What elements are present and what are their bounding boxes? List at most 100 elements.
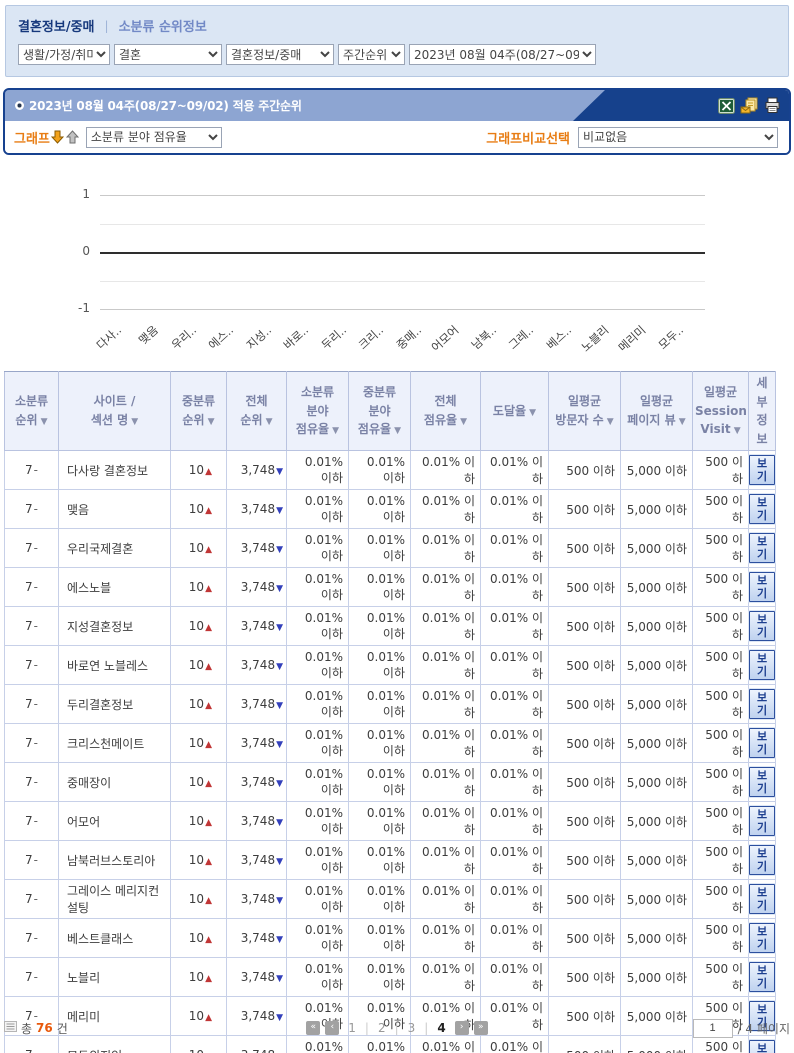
column-header-2[interactable]: 중분류 순위 ▼: [170, 370, 227, 452]
cell-site-name[interactable]: 우리국제결혼: [58, 528, 171, 569]
subcategory-rank-link[interactable]: 소분류 순위정보: [119, 16, 207, 35]
cell-sub-share: 0.01% 이하: [286, 801, 349, 842]
page-number-3[interactable]: 3: [404, 1021, 420, 1035]
email-export-icon[interactable]: [740, 97, 759, 114]
cell-total-share: 0.01% 이하: [410, 762, 481, 803]
cell-site-name[interactable]: 지성결혼정보: [58, 606, 171, 647]
view-detail-button[interactable]: 보기: [749, 533, 775, 564]
cell-site-name[interactable]: 그레이스 메리지컨설팅: [58, 879, 171, 920]
period-type-select[interactable]: 주간순위: [338, 44, 405, 65]
cell-mid-rank: 10▲: [170, 450, 227, 491]
view-detail-button[interactable]: 보기: [749, 767, 775, 798]
column-header-11: 세부 정보: [748, 370, 776, 452]
sort-icon[interactable]: ▼: [676, 417, 686, 427]
column-header-8[interactable]: 일평균 방문자 수 ▼: [548, 370, 621, 452]
cell-total-rank: 3,748▼: [226, 801, 287, 842]
page-number-1[interactable]: 1: [344, 1021, 360, 1035]
view-detail-button[interactable]: 보기: [749, 611, 775, 642]
print-icon[interactable]: [764, 97, 781, 114]
sub-category-select[interactable]: 결혼정보/중매: [226, 44, 334, 65]
category-group-select[interactable]: 생활/가정/취미: [18, 44, 110, 65]
sort-icon[interactable]: ▼: [604, 417, 614, 427]
cell-site-name[interactable]: 노블리: [58, 957, 171, 998]
sort-icon[interactable]: ▼: [526, 408, 536, 418]
cell-total-rank: 3,748▼: [226, 450, 287, 491]
cell-sessions: 500 이하: [692, 840, 749, 881]
cell-site-name[interactable]: 어모어: [58, 801, 171, 842]
column-header-1[interactable]: 사이트 / 섹션 명 ▼: [58, 370, 171, 452]
column-header-0[interactable]: 소분류 순위 ▼: [4, 370, 59, 452]
view-detail-button[interactable]: 보기: [749, 572, 775, 603]
cell-total-share: 0.01% 이하: [410, 567, 481, 608]
view-detail-button[interactable]: 보기: [749, 455, 775, 486]
cell-site-name[interactable]: 맺음: [58, 489, 171, 530]
column-header-4[interactable]: 소분류 분야 점유율 ▼: [286, 370, 349, 452]
last-page-button[interactable]: »: [473, 1021, 488, 1035]
sort-icon[interactable]: ▼: [391, 426, 401, 436]
cell-detail: 보기: [748, 840, 776, 881]
prev-page-button[interactable]: ‹: [325, 1021, 340, 1035]
sort-icon[interactable]: ▼: [38, 417, 48, 427]
sort-desc-arrow-icon[interactable]: [50, 130, 64, 144]
column-header-3[interactable]: 전체 순위 ▼: [226, 370, 287, 452]
column-header-10[interactable]: 일평균 Session Visit ▼: [692, 370, 749, 452]
cell-site-name[interactable]: 중매장이: [58, 762, 171, 803]
first-page-button[interactable]: «: [306, 1021, 321, 1035]
cell-total-rank: 3,748▼: [226, 879, 287, 920]
cell-site-name[interactable]: 베스트클래스: [58, 918, 171, 959]
sort-asc-arrow-icon[interactable]: [65, 130, 79, 144]
cell-site-name[interactable]: 바로연 노블레스: [58, 645, 171, 686]
cell-site-name[interactable]: 두리결혼정보: [58, 684, 171, 725]
cell-visitors: 500 이하: [548, 801, 621, 842]
cell-sub-share: 0.01% 이하: [286, 723, 349, 764]
sort-icon[interactable]: ▼: [731, 426, 741, 436]
sort-icon[interactable]: ▼: [457, 417, 467, 427]
excel-download-icon[interactable]: [718, 97, 735, 114]
cell-site-name[interactable]: 남북러브스토리아: [58, 840, 171, 881]
table-row: 7- 그레이스 메리지컨설팅 10▲ 3,748▼ 0.01% 이하 0.01% 이하 0.…: [4, 879, 776, 920]
mid-category-select[interactable]: 결혼: [114, 44, 222, 65]
view-detail-button[interactable]: 보기: [749, 845, 775, 876]
cell-site-name[interactable]: 크리스천메이트: [58, 723, 171, 764]
view-detail-button[interactable]: 보기: [749, 1040, 775, 1053]
view-detail-button[interactable]: 보기: [749, 923, 775, 954]
cell-visitors: 500 이하: [548, 879, 621, 920]
page-number-2[interactable]: 2: [374, 1021, 390, 1035]
table-row: 7- 우리국제결혼 10▲ 3,748▼ 0.01% 이하 0.01% 이하 0.01% 이…: [4, 528, 776, 569]
view-detail-button[interactable]: 보기: [749, 806, 775, 837]
cell-site-name[interactable]: 에스노블: [58, 567, 171, 608]
view-detail-button[interactable]: 보기: [749, 494, 775, 525]
cell-sessions: 500 이하: [692, 879, 749, 920]
footer: 총 76 건 « ‹ 1 | 2 | 3 | 4 › » / 4 페이지: [4, 1015, 790, 1041]
graph-compare-select[interactable]: 비교없음: [578, 126, 778, 148]
column-header-7[interactable]: 도달율 ▼: [480, 370, 549, 452]
cell-site-name[interactable]: 다사랑 결혼정보: [58, 450, 171, 491]
page-input[interactable]: [692, 1018, 733, 1038]
next-page-button[interactable]: ›: [454, 1021, 469, 1035]
x-axis-label: 두리..: [318, 322, 349, 353]
period-select[interactable]: 2023년 08월 04주(08/27~09/02): [409, 44, 596, 65]
column-header-6[interactable]: 전체 점유율 ▼: [410, 370, 481, 452]
cell-reach: 0.01% 이하: [480, 684, 549, 725]
sort-icon[interactable]: ▼: [263, 417, 273, 427]
column-header-5[interactable]: 중분류 분야 점유율 ▼: [348, 370, 411, 452]
view-detail-button[interactable]: 보기: [749, 728, 775, 759]
cell-mid-share: 0.01% 이하: [348, 723, 411, 764]
chart-gridline: [100, 309, 705, 310]
cell-mid-share: 0.01% 이하: [348, 762, 411, 803]
view-detail-button[interactable]: 보기: [749, 650, 775, 681]
cell-mid-rank: 10▲: [170, 879, 227, 920]
column-header-9[interactable]: 일평균 페이지 뷰 ▼: [620, 370, 693, 452]
x-axis-label: 베스..: [543, 322, 574, 353]
cell-sessions: 500 이하: [692, 684, 749, 725]
view-detail-button[interactable]: 보기: [749, 689, 775, 720]
page-number-4[interactable]: 4: [433, 1021, 449, 1035]
sort-icon[interactable]: ▼: [128, 417, 138, 427]
view-detail-button[interactable]: 보기: [749, 962, 775, 993]
view-detail-button[interactable]: 보기: [749, 884, 775, 915]
sort-icon[interactable]: ▼: [205, 417, 215, 427]
sort-icon[interactable]: ▼: [329, 426, 339, 436]
cell-mid-rank: 10▲: [170, 528, 227, 569]
table-row: 7- 베스트클래스 10▲ 3,748▼ 0.01% 이하 0.01% 이하 0.01% 이…: [4, 918, 776, 959]
graph-metric-select[interactable]: 소분류 분야 점유율: [85, 126, 222, 148]
